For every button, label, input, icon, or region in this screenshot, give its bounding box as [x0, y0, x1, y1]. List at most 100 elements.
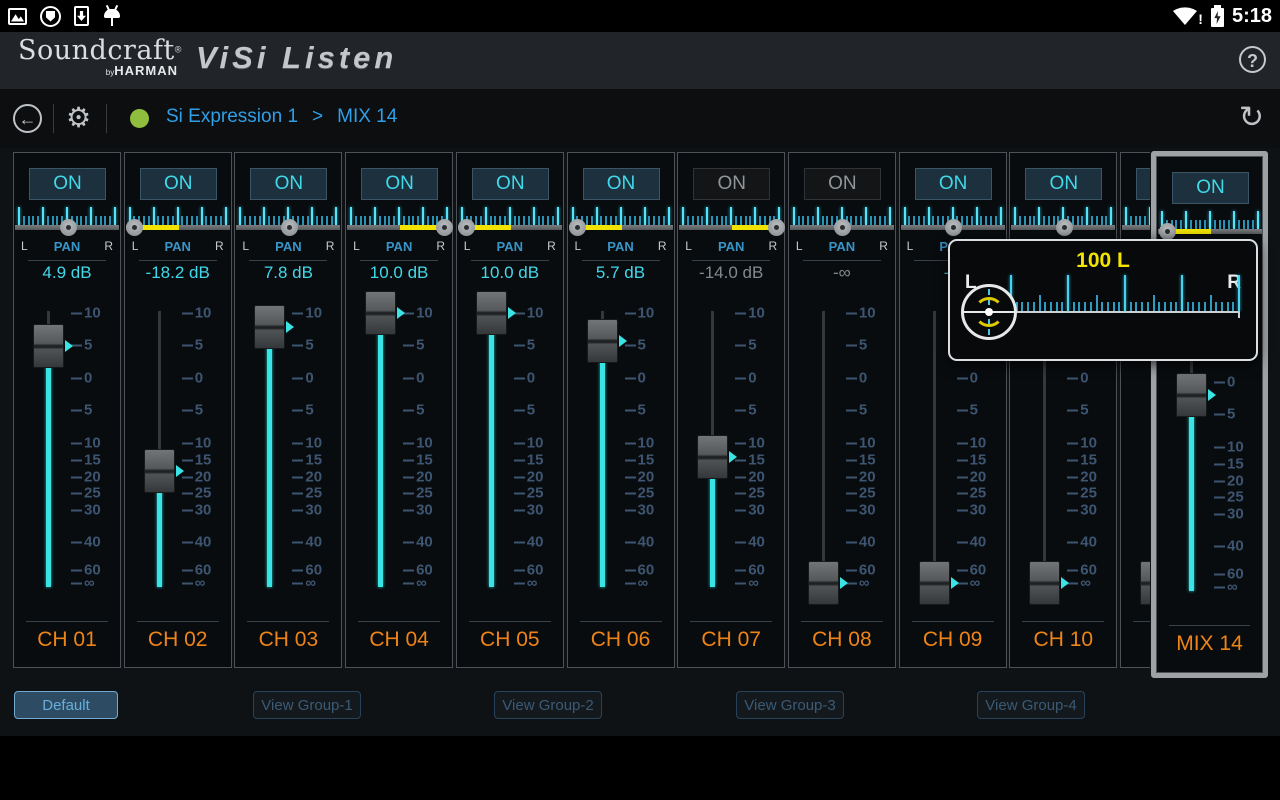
fader[interactable]: 1050510152025304060∞: [1010, 153, 1116, 667]
fader-scale-mark: 25: [1067, 485, 1097, 502]
download-icon: [74, 6, 89, 26]
fader-scale-mark: 20: [292, 469, 322, 486]
fader[interactable]: 1050510152025304060∞: [235, 153, 341, 667]
fader-track-active: [378, 313, 384, 587]
fader-scale-mark: 15: [292, 452, 322, 469]
channel-label[interactable]: CH 10: [1010, 628, 1116, 652]
battery-charging-icon: [1210, 5, 1224, 27]
view-group-button[interactable]: View Group-4: [977, 691, 1085, 719]
channel-label[interactable]: CH 05: [457, 628, 563, 652]
fader[interactable]: 1050510152025304060∞: [900, 153, 1006, 667]
fader-scale-mark: ∞: [513, 575, 538, 592]
back-icon[interactable]: ←: [13, 104, 42, 133]
fader-handle[interactable]: [1029, 561, 1070, 605]
fader-scale-mark: 20: [71, 469, 101, 486]
channel-label[interactable]: CH 09: [900, 628, 1006, 652]
fader-scale-mark: 10: [624, 305, 654, 322]
fader[interactable]: 1050510152025304060∞: [1157, 157, 1262, 672]
fader-scale-mark: 15: [735, 452, 765, 469]
fader-scale-mark: 25: [1214, 489, 1244, 506]
fader-scale-mark: 5: [71, 337, 92, 354]
channel-strip: ON L PAN R -∞ 10 5 0 5 10 15 20 25 30 40 60 ∞ CH 08: [787, 152, 896, 668]
fader-handle[interactable]: [807, 561, 848, 605]
default-view-button[interactable]: Default: [14, 691, 118, 719]
fader-scale-mark: 5: [1067, 402, 1089, 419]
fader-handle[interactable]: [586, 318, 627, 363]
fader-scale-mark: 10: [735, 435, 765, 452]
fader[interactable]: 1050510152025304060∞: [1121, 153, 1150, 667]
divider: [53, 104, 54, 133]
pan-popup: 100 L L R: [948, 239, 1258, 361]
fader-scale-mark: ∞: [845, 575, 870, 592]
fader-scale-mark: 40: [845, 534, 876, 551]
divider: [468, 621, 551, 622]
fader-scale-mark: 15: [403, 452, 433, 469]
fader[interactable]: 1050510152025304060∞: [125, 153, 231, 667]
connection-status-dot: [130, 109, 149, 128]
channel-label[interactable]: CH 01: [14, 628, 120, 652]
channel-label[interactable]: CH 03: [235, 628, 341, 652]
fader-scale-mark: 5: [181, 402, 203, 419]
fader[interactable]: 1050510152025304060∞: [346, 153, 452, 667]
channel-label[interactable]: CH 04: [346, 628, 452, 652]
partial-channel-strip: ON LPANR 1050510152025304060∞: [1120, 152, 1150, 668]
fader-scale-mark: ∞: [956, 575, 980, 592]
app-screen: ! 5:18 Soundcraft® byHARMAN ViSi Listen …: [0, 0, 1280, 800]
fader[interactable]: 1050510152025304060∞: [457, 153, 563, 667]
fader-handle[interactable]: [1176, 372, 1216, 417]
app-title: ViSi Listen: [196, 40, 398, 75]
breadcrumb-device[interactable]: Si Expression 1: [166, 106, 298, 127]
fader-scale-mark: 0: [403, 370, 424, 387]
status-bar: ! 5:18: [0, 0, 1280, 32]
fader[interactable]: 1050510152025304060∞: [678, 153, 784, 667]
fader-scale-mark: 0: [71, 370, 92, 387]
fader-scale-mark: 5: [403, 402, 424, 419]
fader-handle[interactable]: [1140, 561, 1150, 605]
fader-scale-mark: 0: [735, 370, 757, 387]
fader-scale-mark: 25: [71, 485, 101, 502]
fader-scale-mark: 25: [513, 485, 543, 502]
fader-scale-mark: 20: [735, 469, 765, 486]
channel-strip: ON L PAN R 10.0 dB 10 5 0 5 10 15 20 25 30 40 60 ∞ CH…: [455, 152, 564, 668]
fader-handle[interactable]: [365, 291, 406, 335]
channel-label[interactable]: MIX 14: [1157, 632, 1262, 656]
help-icon[interactable]: ?: [1239, 46, 1266, 73]
fader-scale-mark: 15: [71, 452, 101, 469]
channel-label[interactable]: CH 02: [125, 628, 231, 652]
fader-scale-mark: 5: [845, 337, 867, 354]
pan-popup-scale: [1010, 268, 1240, 311]
divider: [1133, 621, 1150, 622]
channel-strip: ON L PAN R -14.0 dB 10 5 0 5 10 15 20 25 30 40 60 ∞ C…: [677, 152, 786, 668]
fader-scale-mark: 10: [1214, 439, 1244, 456]
fader-scale-mark: 40: [1214, 538, 1244, 555]
fader-scale-mark: ∞: [735, 575, 759, 592]
fader-handle[interactable]: [918, 561, 959, 605]
channel-label[interactable]: CH 07: [678, 628, 784, 652]
channel-strip: ON LPANR 1050510152025304060∞ MIX 14: [1156, 156, 1263, 673]
fader[interactable]: 1050510152025304060∞: [789, 153, 895, 667]
divider: [800, 621, 883, 622]
channel-label[interactable]: CH 06: [568, 628, 674, 652]
gear-icon[interactable]: ⚙: [66, 100, 91, 136]
fader-scale-mark: 20: [624, 469, 654, 486]
vpn-shield-icon: [40, 5, 61, 27]
pan-popup-knob[interactable]: [961, 284, 1017, 340]
view-group-button[interactable]: View Group-1: [253, 691, 361, 719]
fader[interactable]: 1050510152025304060∞: [14, 153, 120, 667]
fader-track-active: [267, 327, 273, 587]
fader-handle[interactable]: [475, 291, 516, 335]
fader-handle[interactable]: [697, 434, 738, 479]
fader-scale-mark: 25: [956, 485, 986, 502]
fader-scale-mark: 40: [181, 534, 211, 551]
fader-scale-mark: 0: [1214, 374, 1235, 391]
channel-label[interactable]: CH 08: [789, 628, 895, 652]
view-group-button[interactable]: View Group-2: [494, 691, 602, 719]
fader-handle[interactable]: [143, 448, 184, 493]
fader-scale-mark: 0: [624, 370, 646, 387]
fader[interactable]: 1050510152025304060∞: [568, 153, 674, 667]
view-group-button[interactable]: View Group-3: [736, 691, 844, 719]
fader-scale-mark: 5: [403, 337, 424, 354]
refresh-icon[interactable]: ↻: [1239, 98, 1264, 138]
fader-handle[interactable]: [33, 323, 73, 368]
fader-handle[interactable]: [254, 305, 295, 350]
